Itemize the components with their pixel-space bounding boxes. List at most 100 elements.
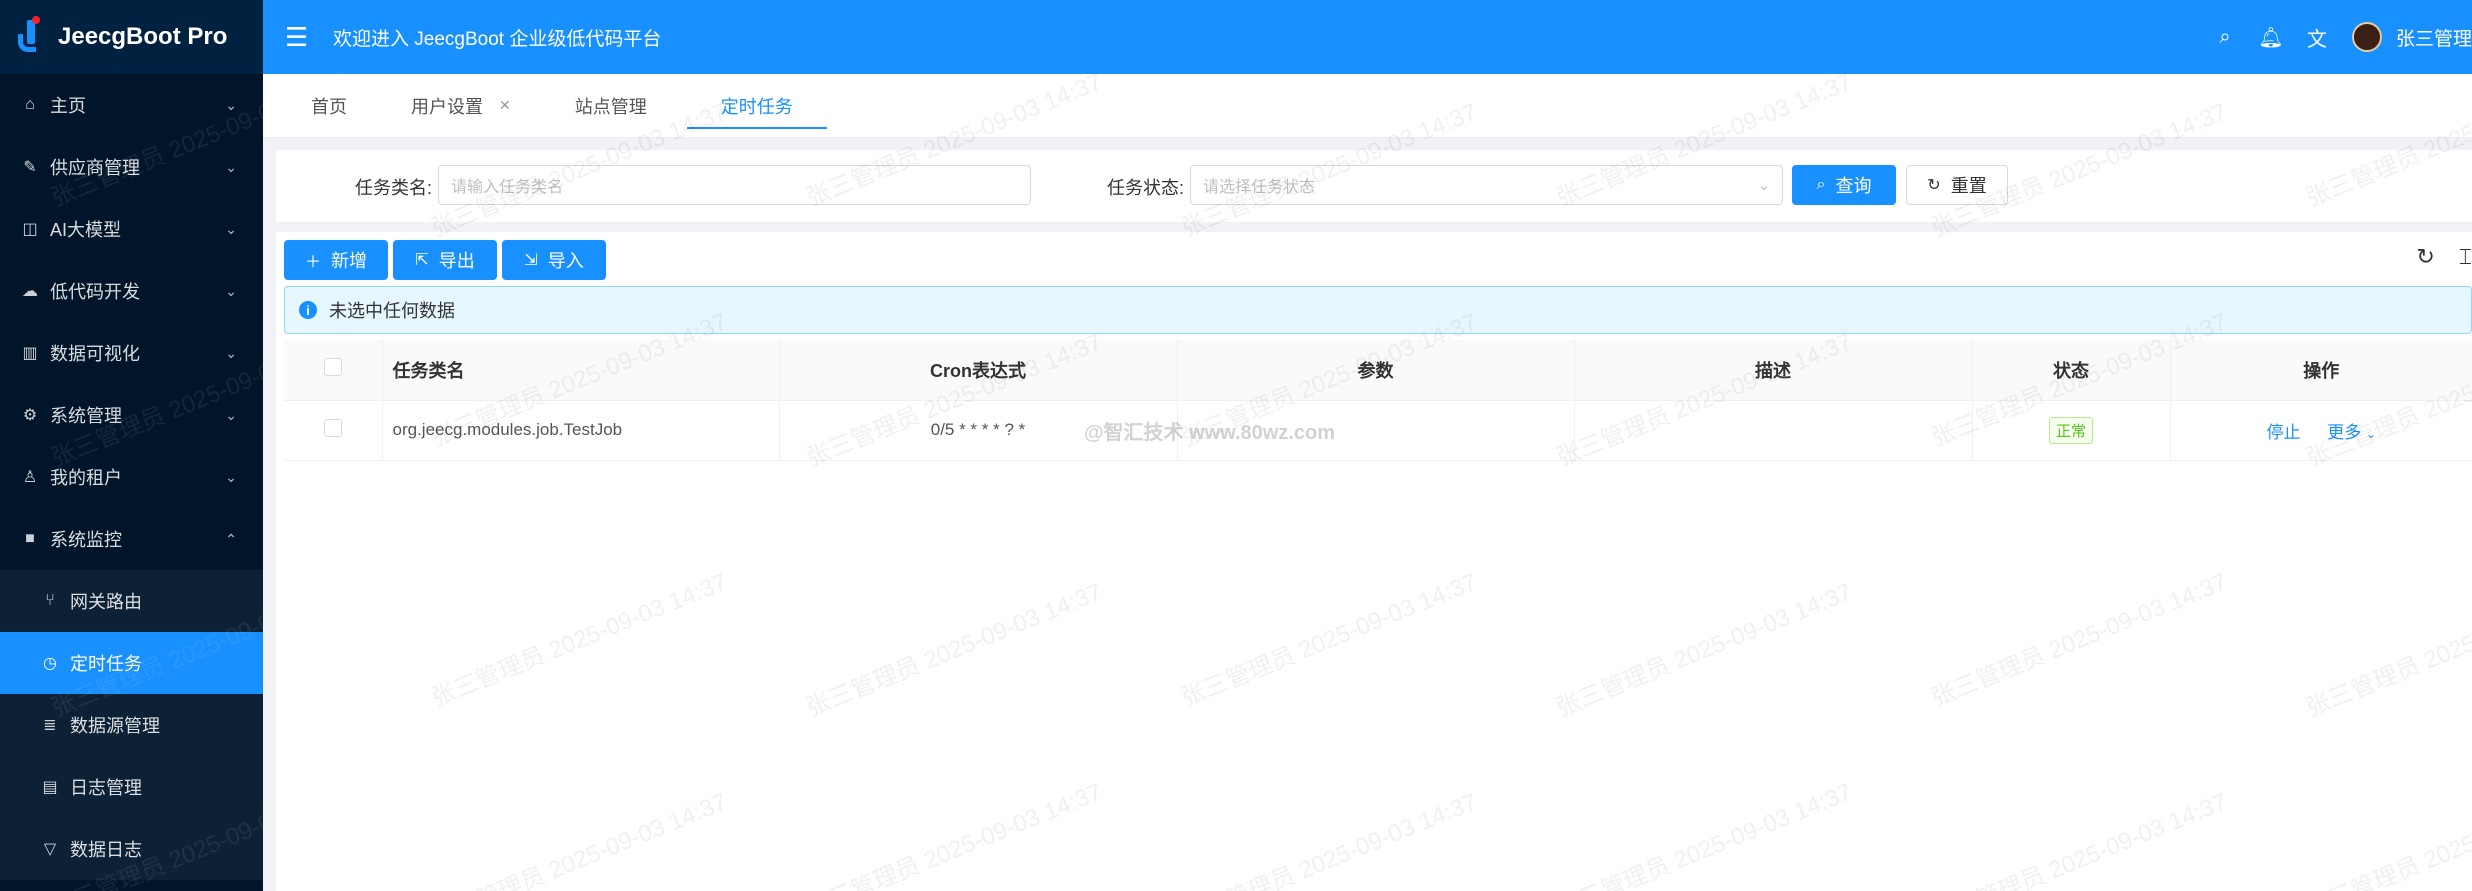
chevron-down-icon: ⌄ [225, 96, 237, 113]
alert-text: 未选中任何数据 [329, 301, 455, 321]
translate-icon[interactable]: 文 [2294, 23, 2340, 52]
table-panel: ＋ 新增 ⇱ 导出 ⇲ 导入 ↻ ⌶ i 未选中任何数据 任务类名 Cron表达… [276, 232, 2472, 891]
sidebar-item-label: AI大模型 [50, 220, 122, 240]
column-header[interactable]: 状态 [1972, 340, 2171, 401]
menu-fold-icon[interactable]: ☰ [285, 22, 311, 53]
header-actions: ⌕ 🔔︎ 文 张三管理 [2202, 0, 2472, 74]
import-icon: ⇲ [524, 252, 538, 269]
sidebar-item-gateway[interactable]: ⑂ 网关路由 [0, 570, 263, 632]
bell-icon[interactable]: 🔔︎ [2248, 25, 2294, 50]
column-header[interactable]: Cron表达式 [779, 340, 1178, 401]
app-name: JeecgBoot Pro [58, 23, 228, 50]
export-button-label: 导出 [438, 251, 475, 271]
sidebar-item-ai-model[interactable]: ◫ AI大模型 ⌄ [0, 198, 263, 260]
task-status-select[interactable]: 请选择任务状态 ⌄ [1190, 165, 1783, 205]
username[interactable]: 张三管理 [2396, 24, 2472, 51]
info-icon: i [299, 301, 317, 319]
avatar[interactable] [2351, 22, 2382, 52]
tab-label: 定时任务 [720, 96, 793, 117]
table-settings: ↻ ⌶ [2392, 244, 2472, 270]
sidebar-item-lowcode[interactable]: ☁ 低代码开发 ⌄ [0, 260, 263, 322]
sidebar-item-label: 系统管理 [50, 406, 122, 426]
chevron-down-icon: ⌄ [225, 344, 237, 361]
reset-button[interactable]: ↻ 重置 [1906, 165, 2008, 205]
column-setting-icon[interactable]: ⌶ [2459, 244, 2472, 270]
column-header[interactable]: 参数 [1177, 340, 1575, 401]
clock-icon: ◷ [43, 655, 57, 672]
task-table: 任务类名 Cron表达式 参数 描述 状态 操作 org.jeecg.modul… [284, 340, 2472, 461]
sidebar-item-label: 低代码开发 [50, 282, 140, 302]
jeecg-logo-icon [18, 16, 42, 54]
top-header: ☰ 欢迎进入 JeecgBoot 企业级低代码平台 ⌕ 🔔︎ 文 张三管理 [263, 0, 2472, 74]
row-checkbox[interactable] [323, 418, 342, 437]
select-all-cell [284, 340, 383, 401]
chart-icon: ▥ [22, 345, 38, 362]
app-logo[interactable]: JeecgBoot Pro [0, 0, 263, 74]
stop-link[interactable]: 停止 [2266, 423, 2300, 442]
sidebar-item-tenant[interactable]: ♙ 我的租户 ⌄ [0, 446, 263, 508]
import-button[interactable]: ⇲ 导入 [502, 240, 606, 280]
tab-label: 站点管理 [574, 96, 647, 117]
description-cell [1574, 400, 1973, 461]
sidebar-item-label: 供应商管理 [50, 158, 140, 178]
tab-scheduled-task[interactable]: 定时任务 [679, 74, 835, 137]
ai-model-icon: ◫ [22, 221, 38, 238]
refresh-icon[interactable]: ↻ [2416, 244, 2434, 270]
branch-icon: ⑂ [45, 592, 55, 609]
tab-user-settings[interactable]: 用户设置 ✕ [379, 74, 543, 137]
sidebar-item-monitor[interactable]: ■ 系统监控 ⌃ [0, 508, 263, 570]
sidebar-item-label: 主页 [50, 96, 86, 116]
chevron-down-icon: ⌄ [2365, 426, 2377, 441]
sidebar-item-label: 我的租户 [50, 468, 122, 488]
add-button[interactable]: ＋ 新增 [284, 240, 388, 280]
sidebar-item-datasource[interactable]: ≣ 数据源管理 [0, 694, 263, 756]
column-header[interactable]: 任务类名 [382, 340, 780, 401]
sidebar-item-scheduled-task[interactable]: ◷ 定时任务 [0, 632, 263, 694]
task-class-cell: org.jeecg.modules.job.TestJob [382, 400, 780, 461]
query-button-label: 查询 [1835, 176, 1872, 196]
sidebar-item-label: 系统监控 [50, 530, 122, 550]
column-header: 操作 [2170, 340, 2472, 401]
import-button-label: 导入 [547, 251, 584, 271]
sidebar-item-home[interactable]: ⌂ 主页 ⌄ [0, 74, 263, 136]
task-class-input[interactable]: 请输入任务类名 [438, 165, 1031, 205]
column-header[interactable]: 描述 [1574, 340, 1973, 401]
sidebar-item-label: 网关路由 [70, 592, 142, 612]
query-button[interactable]: ⌕ 查询 [1792, 165, 1896, 205]
sidebar-item-supplier[interactable]: ✎ 供应商管理 ⌄ [0, 136, 263, 198]
selection-alert: i 未选中任何数据 [284, 286, 2472, 334]
chevron-down-icon: ⌄ [1758, 176, 1770, 193]
log-icon: ▤ [42, 779, 58, 796]
sidebar-item-data-log[interactable]: ▽ 数据日志 [0, 818, 263, 880]
task-status-label: 任务状态: [1107, 178, 1185, 198]
database-icon: ≣ [43, 717, 57, 734]
search-icon[interactable]: ⌕ [2202, 26, 2248, 49]
search-form: 任务类名: 请输入任务类名 任务状态: 请选择任务状态 ⌄ ⌕ 查询 ↻ 重置 [276, 150, 2472, 222]
plus-icon: ＋ [304, 254, 321, 271]
gear-icon: ⚙ [22, 407, 38, 424]
select-all-checkbox[interactable] [323, 358, 342, 377]
close-icon[interactable]: ✕ [499, 97, 511, 114]
tab-site-management[interactable]: 站点管理 [543, 74, 679, 137]
status-badge: 正常 [2048, 416, 2093, 444]
video-icon: ■ [25, 530, 35, 547]
chevron-down-icon: ⌄ [225, 406, 237, 423]
sidebar-item-label: 日志管理 [70, 778, 142, 798]
sidebar-item-log[interactable]: ▤ 日志管理 [0, 756, 263, 818]
sidebar-item-data-visual[interactable]: ▥ 数据可视化 ⌄ [0, 322, 263, 384]
tab-label: 首页 [311, 96, 347, 117]
sidebar-item-label: 数据源管理 [70, 716, 160, 736]
table-header-row: 任务类名 Cron表达式 参数 描述 状态 操作 [284, 340, 2472, 401]
sidebar: JeecgBoot Pro ⌂ 主页 ⌄ ✎ 供应商管理 ⌄ ◫ AI大模型 ⌄… [0, 0, 263, 891]
task-class-placeholder: 请输入任务类名 [451, 179, 564, 196]
more-dropdown[interactable]: 更多 ⌄ [2327, 423, 2376, 442]
chevron-down-icon: ⌄ [225, 158, 237, 175]
add-button-label: 新增 [331, 251, 367, 271]
chevron-down-icon: ⌄ [225, 220, 237, 237]
tab-home[interactable]: 首页 [279, 74, 379, 137]
sidebar-item-system[interactable]: ⚙ 系统管理 ⌄ [0, 384, 263, 446]
export-button[interactable]: ⇱ 导出 [393, 240, 497, 280]
table-row[interactable]: org.jeecg.modules.job.TestJob 0/5 * * * … [284, 400, 2472, 461]
export-icon: ⇱ [415, 252, 429, 269]
home-icon: ⌂ [25, 96, 35, 113]
